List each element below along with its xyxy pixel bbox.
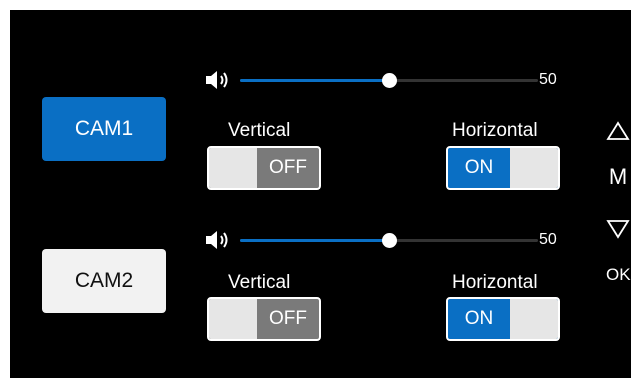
triangle-up-outline-icon — [606, 121, 630, 140]
triangle-down-outline-icon — [606, 220, 630, 239]
menu-button[interactable]: M — [606, 164, 630, 190]
cam2-horizontal-label: Horizontal — [452, 272, 538, 293]
cam2-volume-knob[interactable] — [382, 233, 397, 248]
up-button[interactable] — [606, 120, 630, 142]
toggle-state: ON — [464, 157, 494, 178]
cam1-volume-fill — [240, 79, 389, 82]
speaker-volume-icon — [206, 71, 228, 89]
toggle-thumb — [209, 299, 257, 339]
speaker-volume-icon — [206, 231, 228, 249]
cam1-vertical-toggle[interactable]: OFF — [207, 146, 321, 190]
toggle-state: OFF — [269, 157, 307, 178]
cam1-button[interactable]: CAM1 — [42, 97, 166, 161]
cam2-horizontal-toggle[interactable]: ON — [446, 297, 560, 341]
cam2-vertical-label: Vertical — [228, 272, 291, 293]
ok-button[interactable]: OK — [606, 265, 631, 285]
cam2-volume-slider[interactable] — [240, 233, 538, 248]
cam2-button[interactable]: CAM2 — [42, 249, 166, 313]
cam1-vertical-label: Vertical — [228, 120, 291, 141]
cam2-vertical-toggle[interactable]: OFF — [207, 297, 321, 341]
toggle-state: ON — [464, 308, 494, 329]
cam2-volume-value: 50 — [539, 231, 557, 248]
cam1-volume-slider[interactable] — [240, 73, 538, 88]
toggle-thumb — [510, 148, 558, 188]
cam1-horizontal-toggle[interactable]: ON — [446, 146, 560, 190]
toggle-state: OFF — [269, 308, 307, 329]
down-button[interactable] — [606, 218, 630, 240]
toggle-thumb — [510, 299, 558, 339]
cam1-horizontal-label: Horizontal — [452, 120, 538, 141]
cam2-volume-fill — [240, 239, 389, 242]
toggle-thumb — [209, 148, 257, 188]
cam1-volume-value: 50 — [539, 71, 557, 88]
cam1-volume-knob[interactable] — [382, 73, 397, 88]
osd-screen: CAM1 50 Vertical Horizontal OFF ON CAM2 … — [10, 10, 631, 378]
